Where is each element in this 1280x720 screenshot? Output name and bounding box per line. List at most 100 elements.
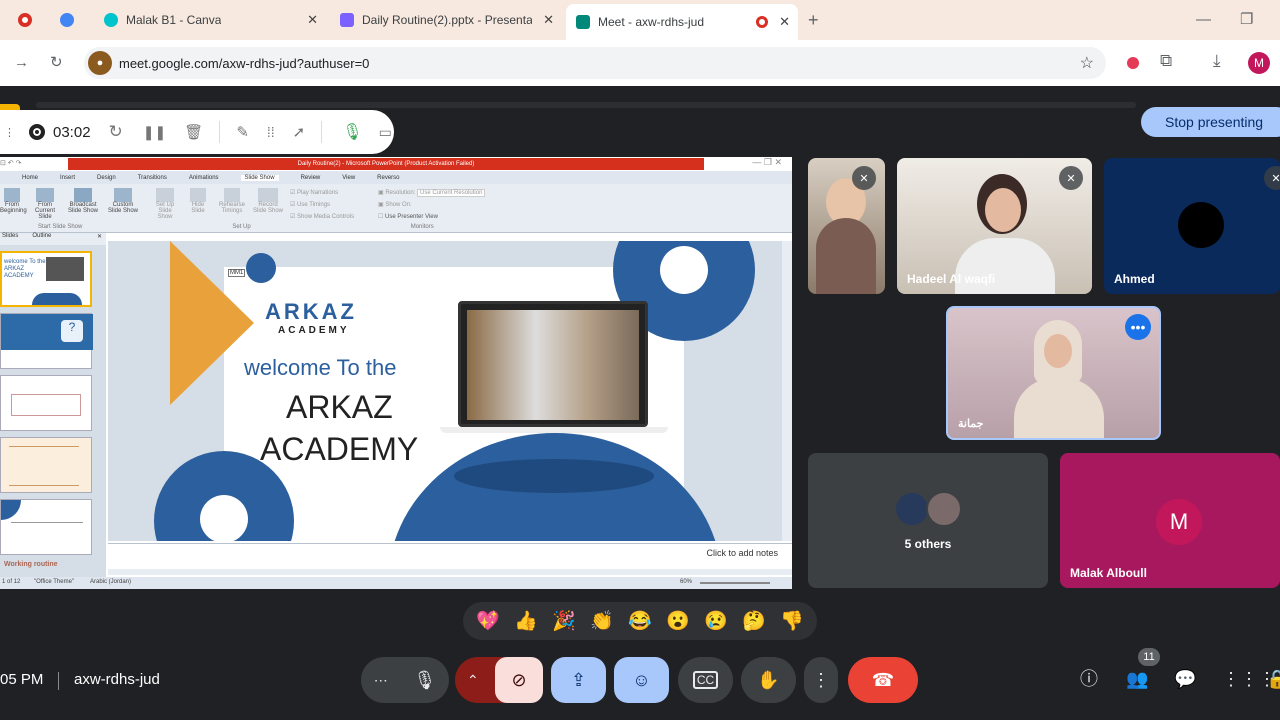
site-info-icon[interactable]: ● xyxy=(88,51,112,75)
ribbon-tab[interactable]: Transitions xyxy=(138,175,167,181)
info-icon[interactable]: ⓘ xyxy=(1080,670,1098,688)
comment-tag[interactable]: MM1 xyxy=(228,269,246,277)
ribbon-tab[interactable]: Reverso xyxy=(377,175,399,181)
ribbon-tab[interactable]: View xyxy=(342,175,355,181)
rehearse-timings-button[interactable]: Rehearse Timings xyxy=(218,188,246,214)
setup-slideshow-button[interactable]: Set Up Slide Show xyxy=(150,188,180,220)
play-narrations-checkbox[interactable]: ☑ Play Narrations xyxy=(290,187,370,199)
show-media-controls-checkbox[interactable]: ☑ Show Media Controls xyxy=(290,211,370,223)
grid-icon[interactable]: ⁞⁞ xyxy=(267,124,275,140)
broadcast-button[interactable]: Broadcast Slide Show xyxy=(66,188,100,220)
stop-record-icon[interactable] xyxy=(29,124,45,140)
slide-thumbnail[interactable] xyxy=(0,437,92,493)
audio-settings-icon[interactable]: ⋯ xyxy=(374,672,388,689)
resolution-select[interactable]: Use Current Resolution xyxy=(417,189,486,197)
close-icon[interactable]: ✕ xyxy=(307,12,318,28)
clap-reaction[interactable]: 👏 xyxy=(590,609,614,633)
tab-recording[interactable] xyxy=(8,6,42,34)
camera-icon[interactable]: ▭ xyxy=(379,124,392,141)
new-tab-plus-icon[interactable]: + xyxy=(808,11,819,29)
trash-icon[interactable]: 🗑 xyxy=(184,123,203,141)
horizontal-scrollbar[interactable] xyxy=(108,569,792,575)
ribbon-tab[interactable]: Insert xyxy=(60,175,75,181)
presenter-view-checkbox[interactable]: ☐ Use Presenter View xyxy=(378,211,518,223)
others-tile[interactable]: 5 others xyxy=(808,453,1048,588)
zoom-slider[interactable] xyxy=(700,582,770,584)
thinking-reaction[interactable]: 🤔 xyxy=(742,609,766,633)
thumbs-up-reaction[interactable]: 👍 xyxy=(514,609,538,633)
window-controls[interactable]: — ❐ ✕ xyxy=(752,157,782,168)
omnibox[interactable]: ● meet.google.com/axw-rdhs-jud?authuser=… xyxy=(84,47,1106,79)
cursor-icon[interactable]: ➚ xyxy=(293,123,306,141)
close-panel-icon[interactable]: ✕ xyxy=(97,233,102,240)
restart-icon[interactable]: ↻ xyxy=(109,122,123,142)
participant-tile[interactable]: M Malak Alboull xyxy=(1060,453,1280,588)
slides-tab[interactable]: Slides xyxy=(2,233,18,245)
present-screen-button[interactable]: ⇪ xyxy=(551,657,606,703)
ppt-title: Daily Routine(2) - Microsoft PowerPoint … xyxy=(68,158,704,170)
record-slideshow-button[interactable]: Record Slide Show xyxy=(252,188,284,214)
participant-tile-active[interactable]: ••• جمانة xyxy=(946,306,1161,440)
slide-thumbnail[interactable] xyxy=(0,375,92,431)
download-icon[interactable]: ⤓ xyxy=(1213,52,1221,69)
slide-thumbnail[interactable]: ? xyxy=(0,313,93,369)
notes-pane[interactable]: Click to add notes xyxy=(108,543,792,577)
use-timings-checkbox[interactable]: ☑ Use Timings xyxy=(290,199,370,211)
tab-meet[interactable]: Meet - axw-rdhs-jud ✕ xyxy=(566,4,798,40)
thumbs-down-reaction[interactable]: 👎 xyxy=(780,609,804,633)
slide-thumbnail[interactable] xyxy=(0,499,92,555)
participant-tile[interactable]: ✕ Ahmed xyxy=(1104,158,1280,294)
status-zoom[interactable]: 60% xyxy=(680,579,692,585)
more-options-icon[interactable]: ••• xyxy=(1125,314,1151,340)
pause-icon[interactable]: ❚❚ xyxy=(143,124,166,141)
ribbon-tab[interactable]: Review xyxy=(301,175,321,181)
hide-slide-button[interactable]: Hide Slide xyxy=(186,188,210,220)
lock-icon[interactable]: 🔒 xyxy=(1266,670,1280,688)
captions-button[interactable]: CC xyxy=(678,657,733,703)
sad-reaction[interactable]: 😢 xyxy=(704,609,728,633)
close-icon[interactable]: ✕ xyxy=(543,12,554,28)
microphone-icon[interactable]: 🎙 xyxy=(342,122,362,142)
more-options-button[interactable]: ⋮ xyxy=(804,657,838,703)
restore-icon[interactable]: ❐ xyxy=(1240,12,1253,28)
extensions-puzzle-icon[interactable]: ⧉ xyxy=(1160,52,1172,69)
custom-slideshow-button[interactable]: Custom Slide Show xyxy=(106,188,140,220)
chevron-up-icon[interactable]: ⌃ xyxy=(467,672,479,689)
drag-handle-icon[interactable]: ⋮ xyxy=(4,126,15,139)
chat-icon[interactable]: 💬 xyxy=(1174,670,1196,688)
tab-powerpoint[interactable]: Daily Routine(2).pptx - Presenta ✕ xyxy=(330,6,562,34)
tab-canva[interactable]: Malak B1 - Canva ✕ xyxy=(94,6,326,34)
surprised-reaction[interactable]: 😮 xyxy=(666,609,690,633)
group-label: Start Slide Show xyxy=(38,224,83,230)
minimize-icon[interactable]: — xyxy=(1196,12,1211,28)
outline-tab[interactable]: Outline xyxy=(32,233,51,245)
close-icon[interactable]: ✕ xyxy=(779,14,790,30)
slide-thumbnail[interactable]: welcome To the ARKAZ ACADEMY xyxy=(0,251,92,307)
stop-presenting-button[interactable]: Stop presenting xyxy=(1141,107,1280,137)
raise-hand-button[interactable]: ✋ xyxy=(741,657,796,703)
reactions-button[interactable]: ☺ xyxy=(614,657,669,703)
record-extension-icon[interactable] xyxy=(1127,57,1139,69)
people-icon[interactable]: 👥 xyxy=(1126,670,1148,688)
ribbon-tab[interactable]: Slide Show xyxy=(240,174,279,181)
ribbon-tab[interactable]: Animations xyxy=(189,175,219,181)
from-beginning-button[interactable]: From Beginning xyxy=(0,188,27,220)
leave-call-button[interactable]: ☎ xyxy=(848,657,918,703)
profile-avatar[interactable]: M xyxy=(1248,52,1270,74)
participant-tile[interactable]: ✕ Hadeel Al waqfi xyxy=(897,158,1092,294)
camera-off-icon[interactable]: ⊘ xyxy=(495,657,543,703)
participant-tile[interactable]: ✕ xyxy=(808,158,885,294)
laugh-reaction[interactable]: 😂 xyxy=(628,609,652,633)
microphone-icon[interactable]: 🎙 xyxy=(413,670,436,691)
tab-pinned[interactable] xyxy=(50,6,86,34)
party-reaction[interactable]: 🎉 xyxy=(552,609,576,633)
bookmark-star-icon[interactable]: ☆ xyxy=(1080,53,1094,73)
from-current-slide-button[interactable]: From Current Slide xyxy=(30,188,60,220)
reload-icon[interactable]: ↻ xyxy=(50,55,63,71)
ribbon-tab[interactable]: Design xyxy=(97,175,116,181)
pen-icon[interactable]: ✎ xyxy=(236,123,249,141)
ribbon-tab[interactable]: Home xyxy=(22,175,38,181)
vertical-scrollbar[interactable] xyxy=(782,241,792,541)
sparkling-heart-reaction[interactable]: 💖 xyxy=(476,609,500,633)
forward-arrow-icon[interactable]: → xyxy=(14,55,29,71)
